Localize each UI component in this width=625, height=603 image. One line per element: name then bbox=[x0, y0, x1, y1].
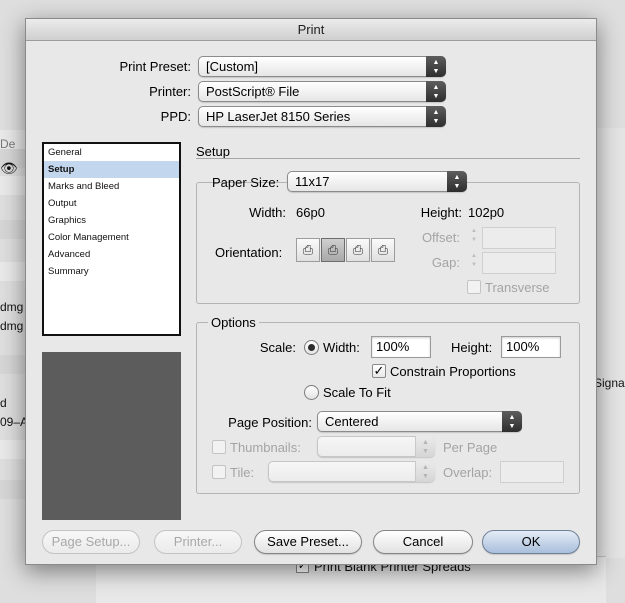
scale-to-fit-radio[interactable] bbox=[304, 385, 319, 400]
updown-arrows-icon: ▲ ▼ bbox=[502, 411, 522, 432]
print-dialog: Print Print Preset: [Custom] ▲ ▼ Printer:… bbox=[25, 18, 597, 565]
transverse-label: Transverse bbox=[485, 280, 550, 295]
offset-field[interactable] bbox=[482, 227, 556, 249]
ppd-value: HP LaserJet 8150 Series bbox=[206, 109, 351, 124]
category-graphics[interactable]: Graphics bbox=[44, 212, 179, 229]
page-position-label: Page Position: bbox=[228, 415, 312, 430]
reverse-landscape-icon[interactable]: ⎙ bbox=[371, 238, 395, 262]
constrain-proportions-label: Constrain Proportions bbox=[390, 364, 516, 379]
scale-width-label: Width: bbox=[323, 340, 360, 355]
category-summary[interactable]: Summary bbox=[44, 263, 179, 280]
tile-label: Tile: bbox=[230, 465, 255, 480]
paper-size-value: 11x17 bbox=[295, 174, 330, 189]
printer-label: Printer: bbox=[149, 84, 191, 99]
transverse-checkbox[interactable] bbox=[467, 280, 481, 294]
bg-label: dmg bbox=[0, 300, 24, 314]
updown-arrows-icon: ▲ ▼ bbox=[426, 106, 446, 127]
gap-label: Gap: bbox=[431, 255, 460, 270]
category-list: General Setup Marks and Bleed Output Gra… bbox=[42, 142, 181, 336]
paper-width-label: Width: bbox=[249, 205, 286, 220]
thumbnails-select[interactable]: ▲ ▼ bbox=[317, 436, 435, 457]
ppd-label: PPD: bbox=[160, 109, 191, 124]
scale-width-radio[interactable] bbox=[304, 340, 319, 355]
paper-height-label: Height: bbox=[420, 205, 462, 220]
printer-button[interactable]: Printer... bbox=[154, 530, 242, 554]
cancel-button[interactable]: Cancel bbox=[373, 530, 473, 554]
reverse-portrait-icon[interactable]: ⎙ bbox=[346, 238, 370, 262]
dialog-title: Print bbox=[26, 19, 596, 41]
printer-value: PostScript® File bbox=[206, 84, 300, 99]
tile-select[interactable]: ▲ ▼ bbox=[268, 461, 435, 482]
updown-arrows-icon: ▲ ▼ bbox=[426, 56, 446, 77]
bg-label: De bbox=[0, 137, 16, 151]
scale-to-fit-label: Scale To Fit bbox=[323, 385, 391, 400]
scale-height-field[interactable]: 100% bbox=[501, 336, 561, 358]
ppd-select[interactable]: HP LaserJet 8150 Series ▲ ▼ bbox=[198, 106, 446, 127]
paper-width-value: 66p0 bbox=[296, 205, 325, 220]
category-general[interactable]: General bbox=[44, 144, 179, 161]
portrait-icon[interactable]: ⎙ bbox=[296, 238, 320, 262]
printer-select[interactable]: PostScript® File ▲ ▼ bbox=[198, 81, 446, 102]
print-preset-select[interactable]: [Custom] ▲ ▼ bbox=[198, 56, 446, 77]
offset-stepper[interactable]: ▲ ▼ bbox=[468, 227, 480, 248]
updown-arrows-icon: ▲ ▼ bbox=[415, 436, 435, 457]
gap-stepper[interactable]: ▲ ▼ bbox=[468, 252, 480, 273]
updown-arrows-icon: ▲ ▼ bbox=[426, 81, 446, 102]
category-advanced[interactable]: Advanced bbox=[44, 246, 179, 263]
eye-icon: 👁 bbox=[0, 160, 18, 176]
constrain-proportions-checkbox[interactable]: ✓ bbox=[372, 364, 386, 378]
category-output[interactable]: Output bbox=[44, 195, 179, 212]
overlap-field[interactable] bbox=[500, 461, 564, 483]
updown-arrows-icon: ▲ ▼ bbox=[415, 461, 435, 482]
bg-right-panel bbox=[595, 128, 625, 558]
page-setup-button[interactable]: Page Setup... bbox=[42, 530, 140, 554]
orientation-label: Orientation: bbox=[215, 245, 283, 260]
per-page-label: Per Page bbox=[443, 440, 498, 455]
bg-label: d bbox=[0, 396, 7, 410]
bg-label: Signa bbox=[594, 376, 625, 390]
category-marks-and-bleed[interactable]: Marks and Bleed bbox=[44, 178, 179, 195]
section-divider bbox=[196, 158, 580, 159]
bg-label: 09–A bbox=[0, 415, 29, 429]
paper-size-label: Paper Size: bbox=[212, 175, 280, 190]
print-preset-label: Print Preset: bbox=[119, 59, 191, 74]
scale-width-field[interactable]: 100% bbox=[371, 336, 431, 358]
paper-height-value: 102p0 bbox=[468, 205, 505, 220]
scale-height-label: Height: bbox=[451, 340, 493, 355]
page-position-value: Centered bbox=[325, 414, 379, 429]
gap-field[interactable] bbox=[482, 252, 556, 274]
thumbnails-label: Thumbnails: bbox=[230, 440, 301, 455]
offset-label: Offset: bbox=[421, 230, 460, 245]
section-title: Setup bbox=[196, 144, 230, 159]
category-setup[interactable]: Setup bbox=[44, 161, 179, 178]
save-preset-button[interactable]: Save Preset... bbox=[254, 530, 362, 554]
category-color-management[interactable]: Color Management bbox=[44, 229, 179, 246]
thumbnails-checkbox[interactable] bbox=[212, 440, 226, 454]
scale-label: Scale: bbox=[259, 340, 296, 355]
print-preset-value: [Custom] bbox=[206, 59, 259, 74]
updown-arrows-icon: ▲ ▼ bbox=[447, 171, 467, 192]
paper-size-select[interactable]: 11x17 ▲ ▼ bbox=[287, 171, 467, 192]
page-position-select[interactable]: Centered ▲ ▼ bbox=[317, 411, 522, 432]
options-title: Options bbox=[208, 315, 259, 330]
page-preview bbox=[42, 352, 181, 520]
ok-button[interactable]: OK bbox=[482, 530, 580, 554]
overlap-label: Overlap: bbox=[443, 465, 493, 480]
bg-label: dmg bbox=[0, 319, 24, 333]
tile-checkbox[interactable] bbox=[212, 465, 226, 479]
landscape-icon[interactable]: ⎙ bbox=[321, 238, 345, 262]
